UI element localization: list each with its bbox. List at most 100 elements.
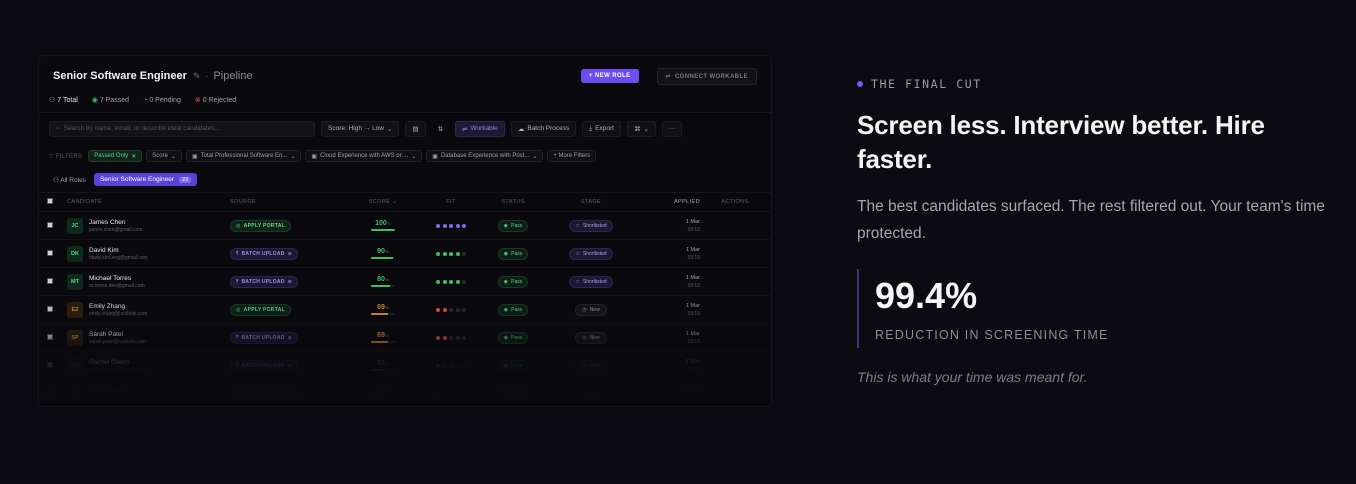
stage-badge[interactable]: ◷ New [575,331,607,344]
select-all-checkbox[interactable] [47,198,53,204]
sort-order-button[interactable]: ⇅ [432,121,449,137]
status-badge: ◉ Pass [497,247,529,260]
table-row[interactable]: SP Sarah Patel sarah.patel@outlook.com ⤒… [39,324,771,352]
lead-paragraph: The best candidates surfaced. The rest f… [857,198,1325,242]
fit-dots [418,391,484,396]
candidate-cell[interactable]: DK David Kim david.kim.eng@gmail.com [67,245,230,262]
fit-dot [449,223,453,228]
batch-process-button[interactable]: ☁ Batch Process [510,120,577,137]
filter-experience[interactable]: ▣ Total Professional Software En... ⌄ [186,150,302,162]
tab-senior-software-engineer[interactable]: Senior Software Engineer 23 [93,173,198,186]
col-score[interactable]: SCORE ⌄ [348,199,418,205]
score-bar [371,313,395,315]
row-checkbox[interactable] [47,221,53,228]
row-checkbox[interactable] [47,333,53,340]
chevron-down-icon: ⌄ [387,125,393,133]
search-placeholder: Search by name, email, or describe ideal… [63,125,221,132]
fit-dot [462,251,466,256]
new-role-button[interactable]: + NEW ROLE [580,69,639,83]
more-filters-button[interactable]: + More Filters [547,150,597,162]
col-stage[interactable]: STAGE [542,199,640,205]
col-source[interactable]: SOURCE [230,199,348,205]
link-icon: ⊘ [287,362,293,369]
table-row[interactable]: EZ Emily Zhang emily.zhang@outlook.com ◎… [39,296,771,324]
row-checkbox[interactable] [47,249,53,256]
workable-button[interactable]: ⇌ Workable [455,120,505,137]
workable-label: Workable [470,125,498,132]
score-bar [371,341,395,343]
candidate-cell[interactable]: EZ Emily Zhang emily.zhang@outlook.com [67,301,230,318]
stat-pending: ◔ 0 Pending [143,96,181,104]
edit-icon[interactable]: ✎ [193,71,201,82]
filter-score[interactable]: Score ⌄ [146,150,182,162]
col-applied[interactable]: APPLIED [640,198,700,206]
check-circle-icon: ◉ [503,390,509,397]
score-cell: 69% [348,304,418,315]
sort-select[interactable]: Score: High → Low ⌄ [321,120,400,137]
avatar: SP [67,329,83,346]
row-checkbox[interactable] [47,361,53,368]
score-value: 100 [375,220,387,227]
fit-dot [462,223,466,228]
search-input[interactable]: ⌕ Search by name, email, or describe ide… [49,120,315,137]
table-row[interactable]: DK David Kim david.kim.eng@gmail.com ⤒ BA… [39,240,771,268]
stage-badge[interactable]: ◷ New [575,359,607,372]
file-view-button[interactable]: ▤ [405,120,426,137]
row-checkbox[interactable] [47,389,53,396]
fit-dots [418,335,484,340]
fit-dot [462,363,466,368]
upload-icon: ⤒ [236,250,239,257]
tab-all-roles[interactable]: ⚇ All Roles [53,176,86,184]
score-cell: 33% [348,388,418,399]
score-cell: 90% [348,248,418,259]
applied-cell: 1 Mar 19:15 [640,246,700,262]
connect-workable-button[interactable]: ⇌ CONNECT WORKABLE [656,67,757,85]
stage-badge[interactable]: ☆ Shortlisted [569,247,613,260]
close-icon[interactable]: ✕ [131,153,136,160]
candidate-cell[interactable]: JC James Chen james.chen@gmail.com [67,217,230,234]
table-row[interactable]: JC James Chen james.chen@gmail.com ◎ APPL… [39,212,771,240]
stage-badge[interactable]: ◷ New [575,387,607,400]
col-fit[interactable]: FIT [418,199,484,205]
filter-cloud[interactable]: ▣ Cloud Experience with AWS or ... ⌄ [305,150,423,162]
more-button[interactable]: ··· [661,120,683,137]
table-row[interactable]: TB Tom Bradley tom.bradley@gmail.com ⤒ BA… [39,380,771,406]
upload-icon: ⤒ [236,278,239,285]
row-checkbox[interactable] [47,305,53,312]
candidate-cell[interactable]: SP Sarah Patel sarah.patel@outlook.com [67,329,230,346]
applied-cell: 1 Mar 19:15 [640,358,700,374]
stage-badge[interactable]: ☆ Shortlisted [569,219,613,232]
avatar: EZ [67,301,83,318]
filter-passed-only[interactable]: Passed Only ✕ [88,150,143,162]
role-count-badge: 23 [179,176,192,183]
percent-sign: % [384,389,389,394]
fit-dot [449,251,453,256]
candidate-cell[interactable]: TB Tom Bradley tom.bradley@gmail.com [67,385,230,402]
fit-dot [449,335,453,340]
filter-database[interactable]: ▣ Database Experience with Post... ⌄ [426,150,544,162]
table-row[interactable]: RG Rachel Green rachel.green@gmail.com ⤒… [39,352,771,380]
fit-dot [442,391,447,396]
candidate-cell[interactable]: MT Michael Torres m.torres.dev@gmail.com [67,273,230,290]
applied-date: 1 Mar [685,302,700,309]
table-row[interactable]: MT Michael Torres m.torres.dev@gmail.com… [39,268,771,296]
divider [39,112,771,113]
shortcut-button[interactable]: ⌘ ⌄ [626,120,656,137]
row-checkbox[interactable] [47,277,53,284]
star-icon: ☆ [575,250,580,257]
col-status[interactable]: STATUS [484,199,542,205]
breadcrumb-pipeline[interactable]: Pipeline [213,70,252,82]
users-icon: ⚇ [53,176,59,184]
col-candidate[interactable]: CANDIDATE [67,199,230,205]
applied-date: 1 Mar [685,386,700,393]
fit-dot [449,279,453,284]
candidate-cell[interactable]: RG Rachel Green rachel.green@gmail.com [67,357,230,374]
applied-time: 19:15 [687,254,700,261]
check-circle-icon: ◉ [503,334,509,341]
applied-time: 19:15 [687,226,700,233]
stage-badge[interactable]: ◷ New [575,303,607,316]
percent-sign: % [384,333,389,338]
export-button[interactable]: ⤓ Export [582,120,621,137]
file-icon: ▤ [412,125,419,133]
stage-badge[interactable]: ☆ Shortlisted [569,275,613,288]
